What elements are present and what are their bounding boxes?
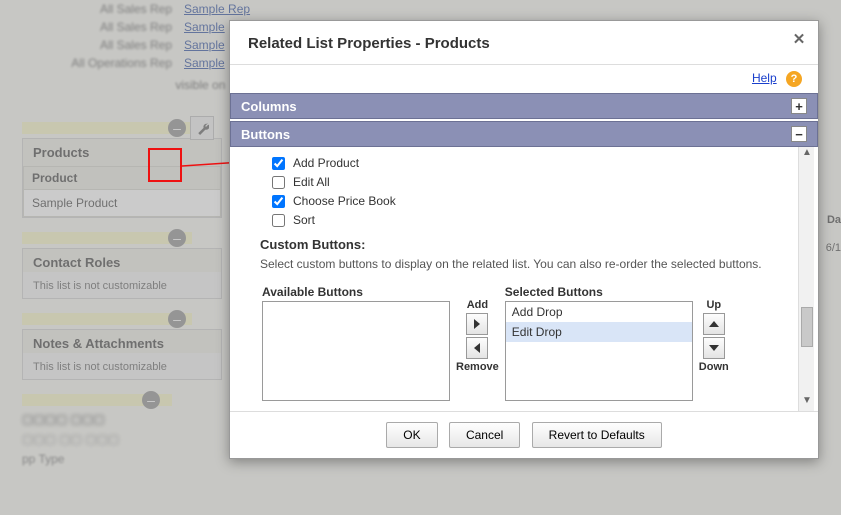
standard-button-label: Choose Price Book <box>293 194 396 208</box>
scroll-thumb[interactable] <box>801 307 813 347</box>
columns-section-header[interactable]: Columns + <box>230 93 818 119</box>
standard-button-label: Edit All <box>293 175 330 189</box>
remove-label: Remove <box>456 361 499 373</box>
standard-button-row[interactable]: Choose Price Book <box>272 194 790 208</box>
selected-buttons-listbox[interactable]: Add Drop Edit Drop <box>505 301 693 401</box>
standard-button-checkbox[interactable] <box>272 195 285 208</box>
help-icon[interactable]: ? <box>786 71 802 87</box>
move-down-button[interactable] <box>703 337 725 359</box>
standard-button-checkbox[interactable] <box>272 157 285 170</box>
selected-buttons-label: Selected Buttons <box>505 285 693 299</box>
standard-button-row[interactable]: Add Product <box>272 156 790 170</box>
standard-button-row[interactable]: Edit All <box>272 175 790 189</box>
buttons-section-header[interactable]: Buttons − <box>230 121 818 147</box>
columns-section-label: Columns <box>241 99 297 114</box>
dialog-title: Related List Properties - Products <box>248 35 490 52</box>
ok-button[interactable]: OK <box>386 422 437 448</box>
standard-button-row[interactable]: Sort <box>272 213 790 227</box>
scroll-up-icon[interactable]: ▲ <box>799 147 815 163</box>
expand-columns-button[interactable]: + <box>791 98 807 114</box>
chevron-up-icon <box>709 320 719 328</box>
help-link[interactable]: Help <box>752 71 777 85</box>
collapse-buttons-button[interactable]: − <box>791 126 807 142</box>
scrollbar[interactable]: ▲ ▼ <box>798 147 814 411</box>
standard-button-label: Add Product <box>293 156 359 170</box>
standard-button-label: Sort <box>293 213 315 227</box>
standard-button-checkbox[interactable] <box>272 214 285 227</box>
up-label: Up <box>706 299 721 311</box>
remove-button[interactable] <box>466 337 488 359</box>
chevron-right-icon <box>473 319 481 329</box>
buttons-section-label: Buttons <box>241 127 290 142</box>
add-label: Add <box>467 299 488 311</box>
revert-defaults-button[interactable]: Revert to Defaults <box>532 422 662 448</box>
list-item[interactable]: Edit Drop <box>506 322 692 342</box>
dialog-close-button[interactable]: ✕ <box>790 31 808 49</box>
standard-button-checkbox[interactable] <box>272 176 285 189</box>
down-label: Down <box>699 361 729 373</box>
available-buttons-listbox[interactable] <box>262 301 450 401</box>
related-list-properties-dialog: Related List Properties - Products ✕ Hel… <box>229 20 819 459</box>
list-item[interactable]: Add Drop <box>506 302 692 322</box>
chevron-left-icon <box>473 343 481 353</box>
custom-buttons-description: Select custom buttons to display on the … <box>260 256 790 273</box>
chevron-down-icon <box>709 344 719 352</box>
scroll-down-icon[interactable]: ▼ <box>799 395 815 411</box>
add-button[interactable] <box>466 313 488 335</box>
custom-buttons-heading: Custom Buttons: <box>260 237 790 252</box>
available-buttons-label: Available Buttons <box>262 285 450 299</box>
move-up-button[interactable] <box>703 313 725 335</box>
cancel-button[interactable]: Cancel <box>449 422 520 448</box>
